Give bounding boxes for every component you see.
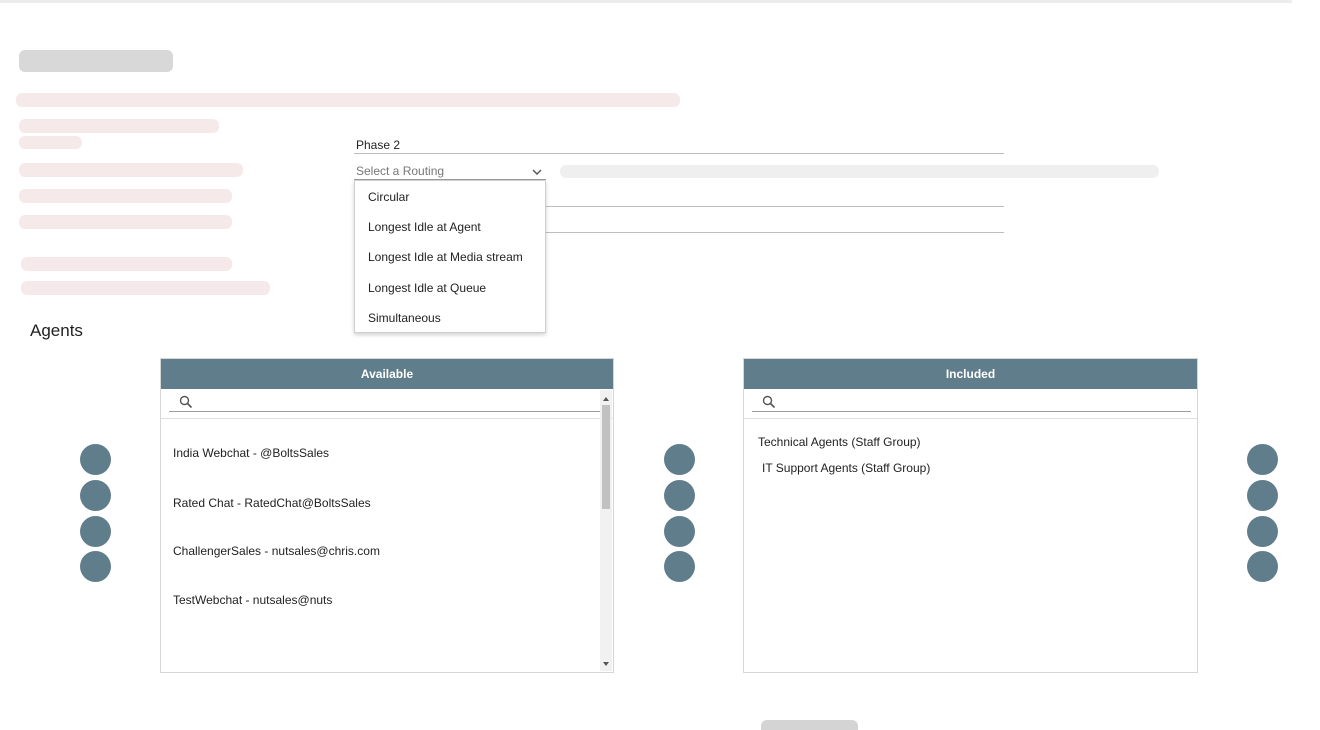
included-action-button-4[interactable] — [1247, 551, 1278, 582]
available-search — [161, 389, 613, 419]
included-action-button-2[interactable] — [1247, 480, 1278, 511]
field-label-placeholder — [19, 136, 82, 149]
field-label-placeholder — [19, 189, 232, 203]
routing-option-longest-idle-media-stream[interactable]: Longest Idle at Media stream — [355, 242, 545, 272]
field-underline — [546, 232, 1004, 233]
scroll-up-arrow-icon[interactable] — [600, 392, 612, 404]
page-title-placeholder — [19, 50, 173, 72]
top-divider — [0, 0, 1292, 3]
list-item[interactable]: India Webchat - @BoltsSales — [173, 446, 329, 460]
available-search-input[interactable] — [197, 394, 605, 412]
list-item[interactable]: IT Support Agents (Staff Group) — [762, 461, 930, 475]
search-icon — [179, 395, 193, 409]
routing-dropdown-menu: Circular Longest Idle at Agent Longest I… — [354, 180, 546, 333]
agents-section-title: Agents — [30, 321, 83, 340]
routing-description-placeholder — [560, 165, 1159, 178]
field-label-placeholder — [19, 163, 243, 177]
transfer-button-4[interactable] — [664, 551, 695, 582]
available-panel-header: Available — [161, 359, 613, 389]
list-item[interactable]: Technical Agents (Staff Group) — [758, 435, 921, 449]
scroll-down-arrow-icon[interactable] — [600, 657, 612, 669]
routing-select-placeholder: Select a Routing — [356, 164, 445, 178]
routing-option-circular[interactable]: Circular — [355, 182, 545, 212]
included-panel-header: Included — [744, 359, 1197, 389]
transfer-button-2[interactable] — [664, 480, 695, 511]
phase-field-value[interactable]: Phase 2 — [356, 138, 400, 152]
included-search-input[interactable] — [780, 394, 1189, 412]
available-action-button-4[interactable] — [80, 551, 111, 582]
included-action-button-3[interactable] — [1247, 516, 1278, 547]
field-label-placeholder — [21, 281, 270, 295]
search-underline — [752, 411, 1191, 412]
available-action-button-2[interactable] — [80, 480, 111, 511]
field-label-placeholder — [19, 215, 232, 229]
routing-select[interactable]: Select a Routing — [354, 160, 546, 180]
search-underline — [169, 411, 607, 412]
field-underline — [546, 206, 1004, 207]
field-label-placeholder — [19, 119, 219, 133]
available-scrollbar[interactable] — [600, 390, 612, 671]
description-placeholder — [16, 93, 680, 107]
search-icon — [762, 395, 776, 409]
routing-option-simultaneous[interactable]: Simultaneous — [355, 303, 545, 333]
available-agents-panel: Available India Webchat - @BoltsSales Ra… — [160, 358, 614, 673]
phase-field-underline — [354, 153, 1004, 154]
included-agents-panel: Included Technical Agents (Staff Group) … — [743, 358, 1198, 673]
list-item[interactable]: ChallengerSales - nutsales@chris.com — [173, 544, 380, 558]
chevron-down-icon[interactable] — [532, 164, 542, 175]
field-label-placeholder — [21, 257, 232, 271]
available-action-button-1[interactable] — [80, 444, 111, 475]
list-item[interactable]: TestWebchat - nutsales@nuts — [173, 593, 332, 607]
available-action-button-3[interactable] — [80, 516, 111, 547]
included-action-button-1[interactable] — [1247, 444, 1278, 475]
transfer-button-1[interactable] — [664, 444, 695, 475]
footer-button-placeholder[interactable] — [761, 720, 858, 730]
routing-option-longest-idle-agent[interactable]: Longest Idle at Agent — [355, 212, 545, 242]
list-item[interactable]: Rated Chat - RatedChat@BoltsSales — [173, 496, 371, 510]
scrollbar-thumb[interactable] — [602, 405, 610, 509]
routing-option-longest-idle-queue[interactable]: Longest Idle at Queue — [355, 273, 545, 303]
included-search — [744, 389, 1197, 419]
transfer-button-3[interactable] — [664, 516, 695, 547]
